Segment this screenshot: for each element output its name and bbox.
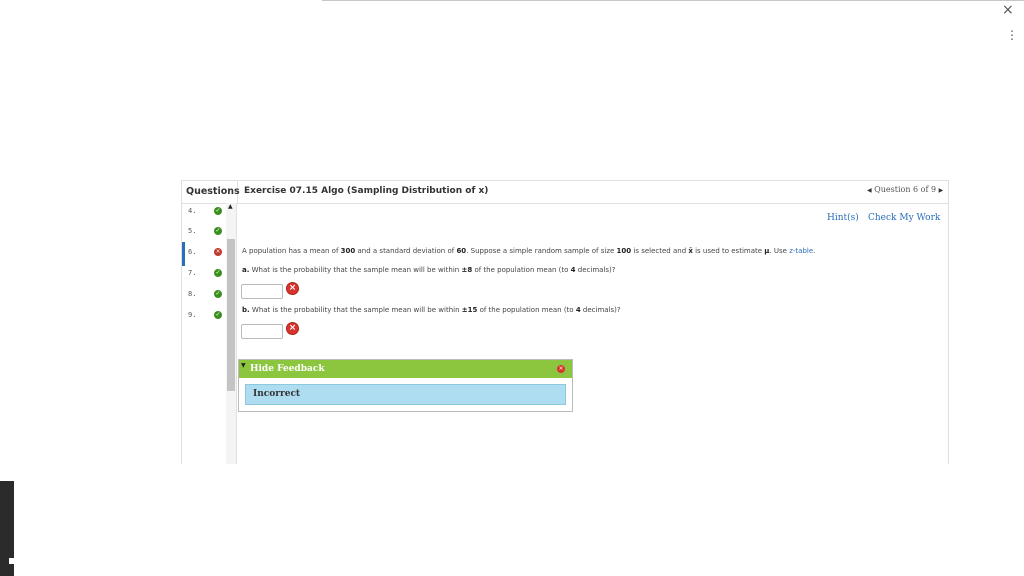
- part-b-text: of the population mean (to: [477, 306, 576, 314]
- correct-check-icon: ✓: [214, 311, 222, 319]
- question-navigator: ◀ Question 6 of 9 ▶: [867, 185, 943, 194]
- part-a-text: decimals)?: [575, 266, 616, 274]
- question-number: 5.: [188, 227, 197, 235]
- correct-check-icon: ✓: [214, 269, 222, 277]
- question-number: 9.: [188, 311, 197, 319]
- next-question-icon[interactable]: ▶: [939, 187, 944, 194]
- question-number: 8.: [188, 290, 197, 298]
- part-b-answer-input[interactable]: [241, 324, 283, 339]
- question-item-9[interactable]: 9. ✓: [182, 307, 226, 327]
- correct-check-icon: ✓: [214, 290, 222, 298]
- incorrect-x-icon: ×: [214, 248, 222, 256]
- problem-text: is used to estimate: [692, 247, 765, 255]
- correct-check-icon: ✓: [214, 207, 222, 215]
- problem-text: and a standard deviation of: [355, 247, 457, 255]
- incorrect-x-icon: ×: [286, 322, 299, 335]
- part-b-text: decimals)?: [580, 306, 621, 314]
- question-item-4[interactable]: 4. ✓: [182, 203, 226, 223]
- part-a-question: a. What is the probability that the samp…: [242, 266, 615, 274]
- standard-deviation-value: 60: [456, 247, 467, 255]
- question-item-6[interactable]: 6. ×: [182, 242, 226, 266]
- problem-text: .: [813, 247, 816, 255]
- question-number: 7.: [188, 269, 197, 277]
- taskbar-edge-mark: [9, 558, 14, 564]
- check-my-work-link[interactable]: Check My Work: [868, 213, 940, 223]
- part-b-question: b. What is the probability that the samp…: [242, 306, 621, 314]
- collapse-triangle-icon: ▼: [241, 362, 246, 369]
- problem-text: . Suppose a simple random sample of size: [466, 247, 617, 255]
- part-a-margin: ±8: [461, 266, 473, 274]
- feedback-title: Hide Feedback: [250, 364, 325, 374]
- part-a-answer-input[interactable]: [241, 284, 283, 299]
- question-number: 6.: [188, 248, 197, 256]
- question-list-scrollbar[interactable]: ▲: [226, 203, 237, 464]
- feedback-message: Incorrect: [253, 389, 301, 399]
- part-b-text: What is the probability that the sample …: [249, 306, 462, 314]
- incorrect-x-icon: ×: [286, 282, 299, 295]
- question-item-8[interactable]: 8. ✓: [182, 286, 226, 306]
- more-options-icon[interactable]: ⋮: [1006, 28, 1018, 42]
- close-icon[interactable]: ×: [1002, 2, 1014, 18]
- question-item-5[interactable]: 5. ✓: [182, 223, 226, 243]
- part-a-text: What is the probability that the sample …: [249, 266, 462, 274]
- question-list: 4. ✓ 5. ✓ 6. × 7. ✓ 8. ✓ 9. ✓: [182, 203, 226, 464]
- questions-header: Questions: [182, 181, 240, 204]
- sample-size-value: 100: [616, 247, 632, 255]
- top-divider: [322, 0, 1024, 1]
- z-table-link[interactable]: z-table: [789, 247, 813, 255]
- prev-question-icon[interactable]: ◀: [867, 187, 872, 194]
- part-b-margin: ±15: [461, 306, 478, 314]
- scroll-up-icon[interactable]: ▲: [228, 203, 233, 210]
- question-item-7[interactable]: 7. ✓: [182, 265, 226, 285]
- part-b-label: b.: [242, 306, 250, 314]
- scrollbar-thumb[interactable]: [227, 239, 235, 391]
- close-feedback-icon[interactable]: ×: [557, 365, 565, 373]
- question-position: Question 6 of 9: [874, 185, 937, 194]
- problem-text: . Use: [769, 247, 790, 255]
- problem-text: is selected and: [631, 247, 689, 255]
- problem-statement: A population has a mean of 300 and a sta…: [242, 247, 815, 255]
- questions-header-label: Questions: [186, 186, 240, 197]
- correct-check-icon: ✓: [214, 227, 222, 235]
- population-mean-value: 300: [340, 247, 356, 255]
- feedback-message-box: Incorrect: [245, 384, 566, 405]
- feedback-panel: ▼ Hide Feedback × Incorrect: [238, 359, 573, 412]
- exercise-panel: Questions Exercise 07.15 Algo (Sampling …: [181, 180, 949, 464]
- part-a-text: of the population mean (to: [472, 266, 571, 274]
- title-bar: Exercise 07.15 Algo (Sampling Distributi…: [238, 181, 948, 204]
- problem-text: A population has a mean of: [242, 247, 341, 255]
- hints-link[interactable]: Hint(s): [827, 213, 859, 223]
- question-number: 4.: [188, 207, 197, 215]
- hide-feedback-toggle[interactable]: ▼ Hide Feedback ×: [239, 360, 572, 378]
- exercise-title: Exercise 07.15 Algo (Sampling Distributi…: [244, 186, 489, 196]
